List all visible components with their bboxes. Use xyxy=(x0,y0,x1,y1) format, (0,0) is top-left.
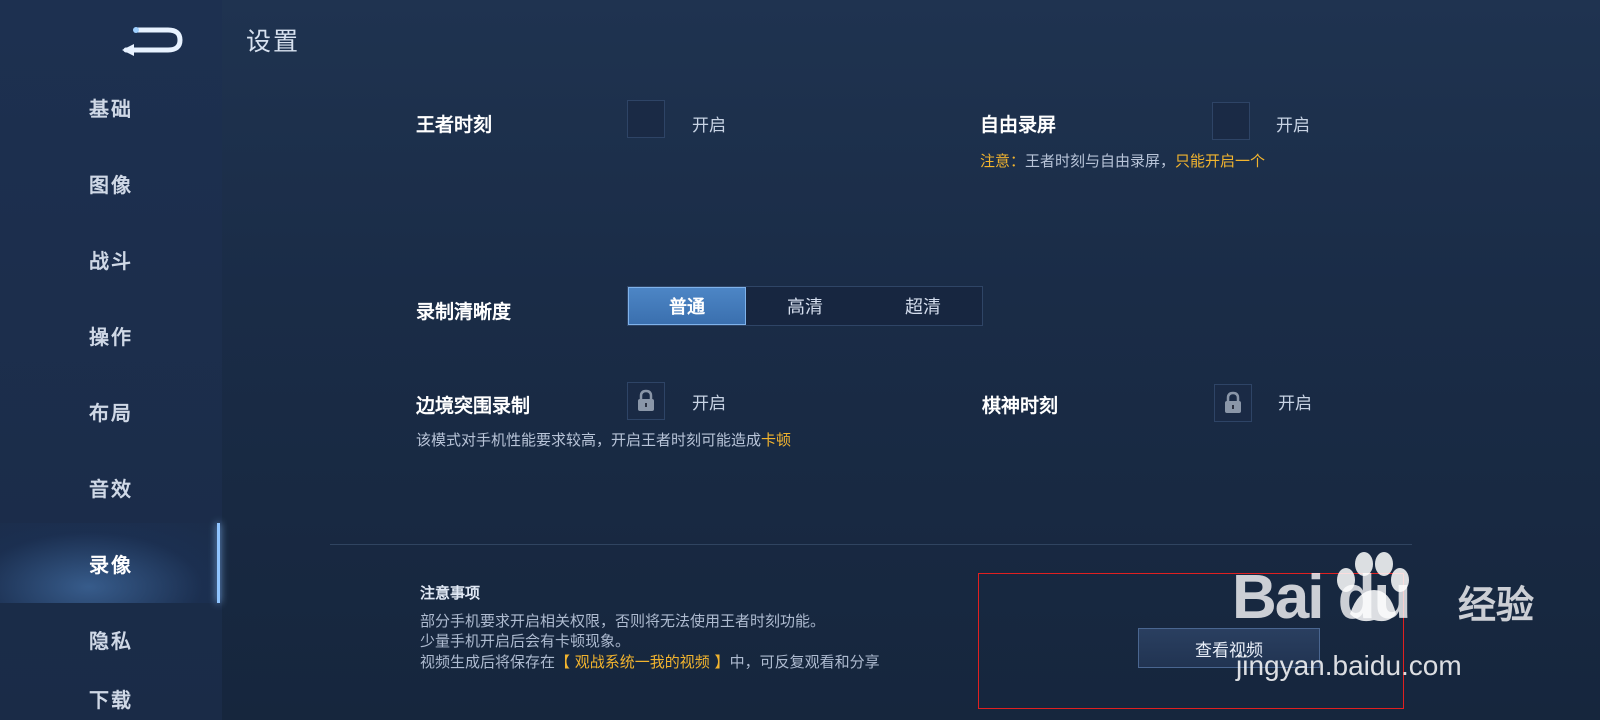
wangzhe-toggle-text: 开启 xyxy=(692,116,726,136)
freerecord-toggle-text: 开启 xyxy=(1276,116,1310,136)
quality-option-hd[interactable]: 高清 xyxy=(746,287,864,325)
wangzhe-checkbox[interactable] xyxy=(627,100,665,138)
quality-selector: 普通 高清 超清 xyxy=(627,286,983,326)
watermark-brand: Bai du xyxy=(1232,563,1411,632)
chess-toggle-text: 开启 xyxy=(1278,394,1312,414)
notes-line-1: 部分手机要求开启相关权限，否则将无法使用王者时刻功能。 xyxy=(420,612,826,630)
notes-line-2: 少量手机开启后会有卡顿现象。 xyxy=(420,632,631,650)
sidebar-item-label: 操作 xyxy=(89,324,133,349)
baidu-watermark: Bai du 经验 jingyan.baidu.com xyxy=(1232,550,1572,690)
note-prefix: 注意： xyxy=(980,152,1026,170)
quality-option-normal[interactable]: 普通 xyxy=(628,287,746,325)
sidebar-item-privacy[interactable]: 隐私 xyxy=(0,608,222,670)
sidebar-item-battle[interactable]: 战斗 xyxy=(0,228,222,290)
notes-line-3-prefix: 视频生成后将保存在 xyxy=(420,653,556,671)
notes-title: 注意事项 xyxy=(420,584,481,602)
watermark-cn: 经验 xyxy=(1458,583,1535,627)
perf-note-highlight: 卡顿 xyxy=(761,431,792,449)
border-label: 边境突围录制 xyxy=(416,395,531,417)
sidebar-item-control[interactable]: 操作 xyxy=(0,304,222,366)
border-checkbox[interactable] xyxy=(627,382,665,420)
sidebar-item-label: 下载 xyxy=(89,688,133,712)
note-suffix: 只能开启一个 xyxy=(1175,152,1266,170)
chess-checkbox[interactable] xyxy=(1214,384,1252,422)
sidebar-item-label: 布局 xyxy=(89,400,133,425)
sidebar: 基础 图像 战斗 操作 布局 音效 录像 隐私 下载 xyxy=(0,0,222,720)
sidebar-item-download[interactable]: 下载 xyxy=(0,684,222,720)
quality-option-ultra[interactable]: 超清 xyxy=(864,287,982,325)
notes-line-3-highlight: 【 观战系统一我的视频 】 xyxy=(555,653,730,671)
lock-icon xyxy=(1225,391,1241,413)
sidebar-item-label: 图像 xyxy=(89,172,133,197)
perf-note: 该模式对手机性能要求较高，开启王者时刻可能造成卡顿 xyxy=(416,429,791,450)
watermark-url: jingyan.baidu.com xyxy=(1236,650,1462,681)
freerecord-checkbox[interactable] xyxy=(1212,102,1250,140)
page-title: 设置 xyxy=(246,27,301,56)
lock-icon xyxy=(638,389,654,411)
sidebar-item-label: 基础 xyxy=(89,96,133,121)
notes-line-3-suffix: 中，可反复观看和分享 xyxy=(729,653,880,671)
chess-label: 棋神时刻 xyxy=(982,395,1059,417)
sidebar-item-sound[interactable]: 音效 xyxy=(0,456,222,518)
back-arrow-icon[interactable] xyxy=(118,24,184,56)
section-divider xyxy=(330,544,1412,545)
wangzhe-label: 王者时刻 xyxy=(416,114,493,136)
sidebar-item-label: 录像 xyxy=(89,552,133,577)
freerecord-note: 注意：王者时刻与自由录屏，只能开启一个 xyxy=(980,150,1265,171)
freerecord-label: 自由录屏 xyxy=(980,114,1057,136)
sidebar-item-image[interactable]: 图像 xyxy=(0,152,222,214)
sidebar-item-label: 战斗 xyxy=(89,248,133,273)
sidebar-item-label: 隐私 xyxy=(89,628,133,653)
sidebar-item-label: 音效 xyxy=(89,476,133,501)
note-middle: 王者时刻与自由录屏， xyxy=(1025,152,1176,170)
sidebar-item-basic[interactable]: 基础 xyxy=(0,76,222,138)
notes-line-3: 视频生成后将保存在【 观战系统一我的视频 】中，可反复观看和分享 xyxy=(420,651,880,672)
sidebar-item-recording[interactable]: 录像 xyxy=(0,523,222,603)
sidebar-item-layout[interactable]: 布局 xyxy=(0,380,222,442)
quality-label: 录制清晰度 xyxy=(416,301,512,323)
perf-note-text: 该模式对手机性能要求较高，开启王者时刻可能造成 xyxy=(416,431,762,449)
border-toggle-text: 开启 xyxy=(692,394,726,414)
